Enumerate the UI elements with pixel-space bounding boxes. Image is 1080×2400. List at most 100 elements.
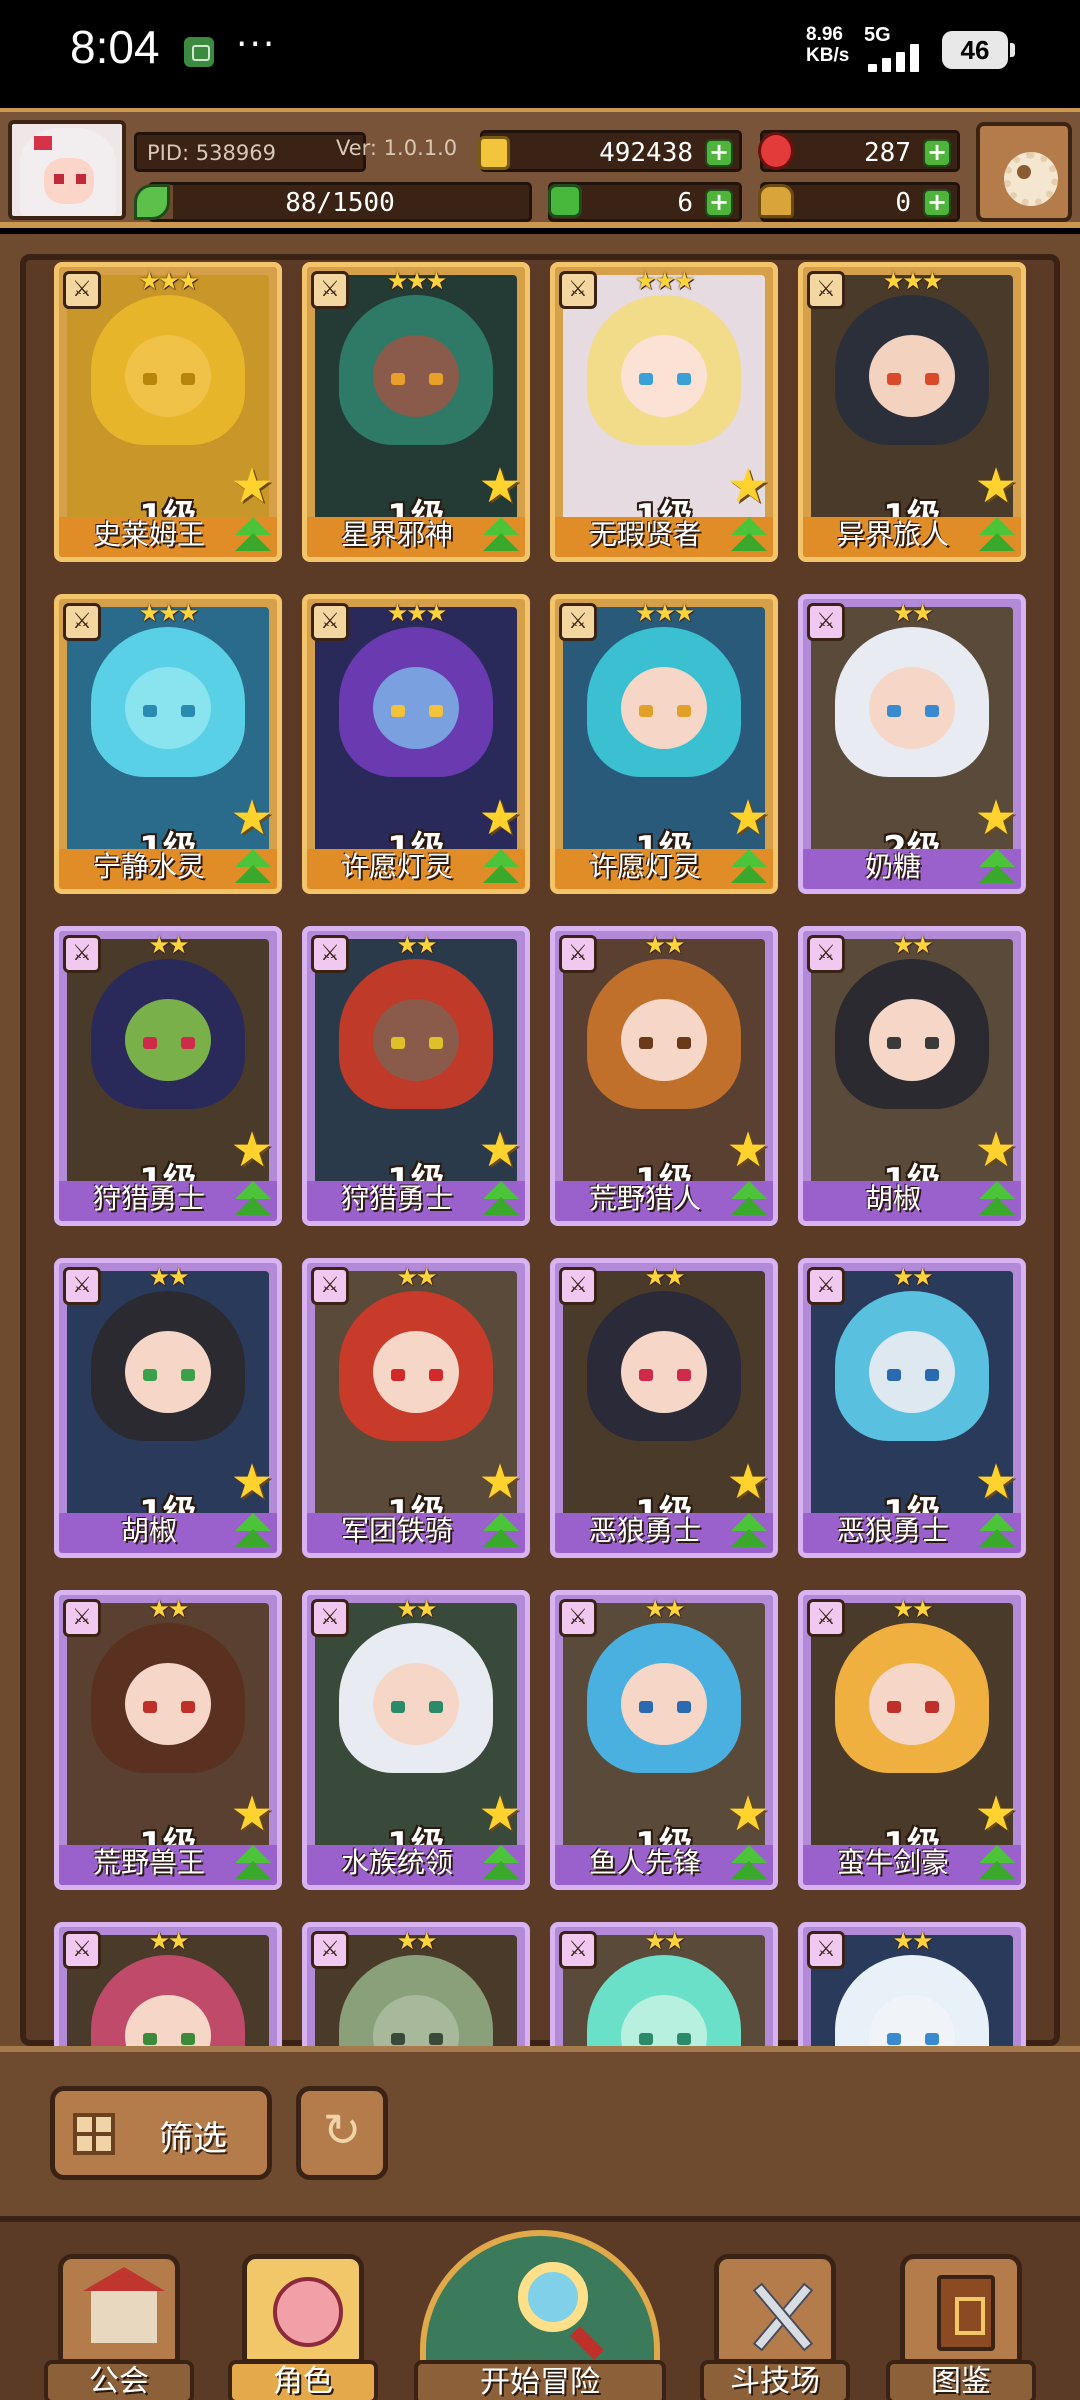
character-card[interactable]: ⚔★★1级★鱼人先锋 [550,1590,778,1890]
level-up-arrow-icon[interactable] [977,1845,1017,1883]
character-card[interactable]: ⚔★★★ [54,1922,282,2046]
gold-coin-icon [478,136,510,170]
character-card[interactable]: ⚔★★2级★奶糖 [798,594,1026,894]
card-rarity-stars: ★★ [892,931,933,959]
nav-arena[interactable]: 斗技场 [700,2254,850,2400]
portrait-eye [143,373,157,385]
nav-guild-label: 公会 [44,2360,194,2400]
red-gem-icon [758,132,794,170]
level-up-arrow-icon[interactable] [977,849,1017,887]
card-name: 蛮牛剑豪 [836,1846,949,1879]
gold-amount: 492438 [599,138,693,168]
level-up-arrow-icon[interactable] [481,849,521,887]
codex-book-icon [937,2275,995,2351]
level-up-arrow-icon[interactable] [233,1181,273,1219]
character-card[interactable]: ⚔★★1级★狩猎勇士 [54,926,282,1226]
character-card[interactable]: ⚔★★★1级★异界旅人 [798,262,1026,562]
level-up-arrow-icon[interactable] [481,1845,521,1883]
level-up-arrow-icon[interactable] [977,1513,1017,1551]
character-card[interactable]: ⚔★★1级★恶狼勇士 [798,1258,1026,1558]
nav-character[interactable]: 角色 [228,2254,378,2400]
star-upgrade-icon: ★ [478,1454,522,1510]
character-card[interactable]: ⚔★★★ [550,1922,778,2046]
card-rarity-stars: ★★ [644,1263,685,1291]
network-speed-unit: KB/s [806,45,850,66]
character-card[interactable]: ⚔★★1级★军团铁骑 [302,1258,530,1558]
portrait-eye [639,373,653,385]
add-gem-button[interactable]: + [923,139,951,167]
level-up-arrow-icon[interactable] [729,1513,769,1551]
nav-guild[interactable]: 公会 [44,2254,194,2400]
card-rarity-stars: ★★ [892,1927,933,1955]
add-clover-button[interactable]: + [705,189,733,217]
star-upgrade-icon: ★ [230,1454,274,1510]
portrait-eye [639,1701,653,1713]
portrait-eye [391,373,405,385]
card-rarity-stars: ★★ [644,1927,685,1955]
reset-filter-button[interactable] [296,2086,388,2180]
character-card[interactable]: ⚔★★1级★恶狼勇士 [550,1258,778,1558]
card-name: 异界旅人 [836,518,949,551]
level-up-arrow-icon[interactable] [233,517,273,555]
level-up-arrow-icon[interactable] [977,517,1017,555]
portrait-eye [143,2033,157,2045]
portrait-face [621,667,707,749]
portrait-eye [677,1369,691,1381]
level-up-arrow-icon[interactable] [481,1181,521,1219]
level-up-arrow-icon[interactable] [729,1845,769,1883]
settings-button[interactable] [976,122,1072,222]
character-card[interactable]: ⚔★★★1级★无瑕贤者 [550,262,778,562]
character-card[interactable]: ⚔★★1级★蛮牛剑豪 [798,1590,1026,1890]
level-up-arrow-icon[interactable] [233,1845,273,1883]
character-card[interactable]: ⚔★★★1级★宁静水灵 [54,594,282,894]
key-icon [758,184,794,218]
star-upgrade-icon: ★ [974,458,1018,514]
level-up-arrow-icon[interactable] [729,1181,769,1219]
portrait-eye [887,2033,901,2045]
portrait-eye [887,705,901,717]
nav-codex[interactable]: 图鉴 [886,2254,1036,2400]
player-avatar[interactable] [8,120,126,220]
level-up-arrow-icon[interactable] [729,517,769,555]
character-card[interactable]: ⚔★★★ [302,1922,530,2046]
add-gold-button[interactable]: + [705,139,733,167]
game-version: Ver: 1.0.1.0 [336,136,458,160]
portrait-eye [181,1037,195,1049]
character-card[interactable]: ⚔★★★1级★星界邪神 [302,262,530,562]
character-card[interactable]: ⚔★★★1级★史莱姆王 [54,262,282,562]
character-card[interactable]: ⚔★★1级★胡椒 [798,926,1026,1226]
level-up-arrow-icon[interactable] [729,849,769,887]
level-up-arrow-icon[interactable] [481,517,521,555]
character-card[interactable]: ⚔★★1级★胡椒 [54,1258,282,1558]
character-card[interactable]: ⚔★★★ [798,1922,1026,2046]
gold-counter: 492438 + [480,130,742,172]
card-rarity-stars: ★★ [396,931,437,959]
filter-button[interactable]: 筛选 [50,2086,272,2180]
battery-icon: 46 [942,31,1015,69]
card-rarity-stars: ★★★ [386,267,448,295]
add-key-button[interactable]: + [923,189,951,217]
character-grid[interactable]: ⚔★★★1级★史莱姆王⚔★★★1级★星界邪神⚔★★★1级★无瑕贤者⚔★★★1级★… [30,262,1050,2046]
level-up-arrow-icon[interactable] [977,1181,1017,1219]
notification-app-icon [184,37,214,67]
level-up-arrow-icon[interactable] [233,849,273,887]
portrait-eye [391,1701,405,1713]
character-card[interactable]: ⚔★★1级★水族统领 [302,1590,530,1890]
level-up-arrow-icon[interactable] [481,1513,521,1551]
portrait-eye [181,1701,195,1713]
character-card[interactable]: ⚔★★1级★狩猎勇士 [302,926,530,1226]
portrait-eye [677,373,691,385]
nav-start-adventure[interactable]: 开始冒险 [414,2230,666,2400]
character-card[interactable]: ⚔★★★1级★许愿灯灵 [302,594,530,894]
character-card[interactable]: ⚔★★1级★荒野兽王 [54,1590,282,1890]
star-upgrade-icon: ★ [974,1122,1018,1178]
level-up-arrow-icon[interactable] [233,1513,273,1551]
portrait-eye [887,373,901,385]
portrait-face [869,667,955,749]
character-card[interactable]: ⚔★★★1级★许愿灯灵 [550,594,778,894]
portrait-face [621,999,707,1081]
card-name: 许愿灯灵 [588,850,701,883]
star-upgrade-icon: ★ [974,1454,1018,1510]
character-card[interactable]: ⚔★★1级★荒野猎人 [550,926,778,1226]
card-rarity-stars: ★★ [148,1595,189,1623]
